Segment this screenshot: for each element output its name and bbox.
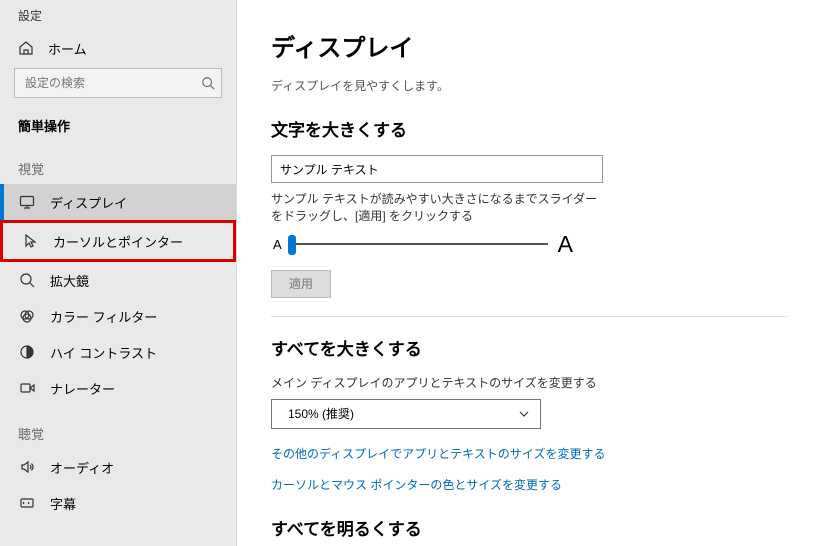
group-label-hearing: 聴覚: [0, 406, 236, 449]
cursor-icon: [21, 232, 39, 250]
sidebar-item-label: ナレーター: [50, 379, 115, 398]
sidebar-item-caption[interactable]: 字幕: [0, 485, 236, 521]
audio-icon: [18, 458, 36, 476]
narrator-icon: [18, 379, 36, 397]
sidebar-item-label: ハイ コントラスト: [50, 343, 157, 362]
apply-button[interactable]: 適用: [271, 270, 331, 298]
sidebar-item-label: 字幕: [50, 494, 76, 513]
caption-icon: [18, 494, 36, 512]
highlight-box: カーソルとポインター: [0, 220, 236, 262]
color-filter-icon: [18, 307, 36, 325]
sidebar-item-label: 拡大鏡: [50, 271, 89, 290]
home-icon: [18, 40, 34, 56]
sidebar-item-label: ディスプレイ: [50, 193, 127, 212]
monitor-icon: [18, 193, 36, 211]
search-input[interactable]: [23, 75, 201, 91]
divider: [271, 316, 788, 317]
search-box[interactable]: [14, 68, 222, 98]
page-title: ディスプレイ: [271, 28, 788, 63]
main-content: ディスプレイ ディスプレイを見やすくします。 文字を大きくする サンプル テキス…: [237, 0, 828, 546]
big-a-label: A: [558, 231, 573, 258]
scale-dropdown[interactable]: 150% (推奨): [271, 399, 541, 429]
text-size-slider[interactable]: A A: [273, 231, 573, 258]
home-label: ホーム: [48, 39, 87, 58]
scale-dropdown-value: 150% (推奨): [288, 405, 354, 422]
chevron-down-icon: [518, 408, 530, 420]
sidebar-item-label: オーディオ: [50, 458, 114, 477]
sidebar-item-audio[interactable]: オーディオ: [0, 449, 236, 485]
sidebar-item-contrast[interactable]: ハイ コントラスト: [0, 334, 236, 370]
sidebar-item-label: カラー フィルター: [50, 307, 157, 326]
sidebar: 設定 ホーム 簡単操作 視覚: [0, 0, 237, 546]
page-desc: ディスプレイを見やすくします。: [271, 77, 788, 94]
home-row[interactable]: ホーム: [0, 30, 236, 66]
group-label-visual: 視覚: [0, 141, 236, 184]
brightness-heading: すべてを明るくする: [271, 515, 788, 540]
sidebar-item-magnifier[interactable]: 拡大鏡: [0, 262, 236, 298]
sidebar-item-label: カーソルとポインター: [53, 232, 183, 251]
cursor-size-link[interactable]: カーソルとマウス ポインターの色とサイズを変更する: [271, 476, 788, 493]
sample-text-input[interactable]: [271, 155, 603, 183]
section-header: 簡単操作: [0, 106, 236, 141]
contrast-icon: [18, 343, 36, 361]
other-displays-link[interactable]: その他のディスプレイでアプリとテキストのサイズを変更する: [271, 445, 788, 462]
sidebar-item-cursor[interactable]: カーソルとポインター: [3, 223, 233, 259]
scale-heading: すべてを大きくする: [271, 335, 788, 360]
magnifier-icon: [18, 271, 36, 289]
scale-label: メイン ディスプレイのアプリとテキストのサイズを変更する: [271, 374, 788, 391]
slider-thumb[interactable]: [288, 235, 296, 255]
slider-track[interactable]: [288, 243, 548, 245]
sidebar-item-color-filter[interactable]: カラー フィルター: [0, 298, 236, 334]
sidebar-item-narrator[interactable]: ナレーター: [0, 370, 236, 406]
text-size-heading: 文字を大きくする: [271, 116, 788, 141]
search-icon: [201, 76, 215, 90]
sidebar-item-display[interactable]: ディスプレイ: [0, 184, 236, 220]
window-title: 設定: [0, 0, 236, 30]
slider-help-text: サンプル テキストが読みやすい大きさになるまでスライダーをドラッグし、[適用] …: [271, 191, 601, 225]
small-a-label: A: [273, 237, 282, 252]
